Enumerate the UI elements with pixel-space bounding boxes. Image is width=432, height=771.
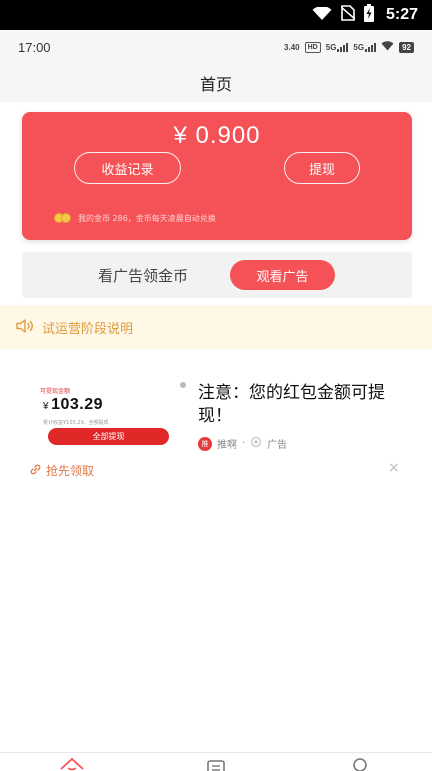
signal-label: 5G [325, 43, 337, 52]
withdraw-button[interactable]: 提现 [284, 152, 360, 184]
bottom-nav [0, 752, 432, 771]
app-time: 17:00 [18, 39, 51, 55]
app-status-bar: 17:00 3.40 HD 5G 5G 92 [0, 30, 432, 64]
sim-off-icon [340, 5, 356, 25]
ad-source: 推 推啊 · 广告 [198, 436, 287, 451]
balance-card: ¥ 0.900 收益记录 提现 我的金币 286，金币每天凌晨自动兑换 [22, 112, 412, 240]
speaker-icon [16, 318, 34, 337]
notice-text: 试运营阶段说明 [42, 321, 134, 337]
wifi-icon [312, 5, 332, 25]
coin-info: 我的金币 286，金币每天凌晨自动兑换 [54, 212, 216, 224]
ad-network-icon [250, 436, 262, 451]
title-bar: 首页 [0, 64, 432, 102]
close-ad-icon[interactable]: × [388, 460, 400, 476]
advertiser-logo-icon: 推 [198, 436, 212, 451]
battery-level: 92 [399, 41, 414, 53]
balance-amount: ¥ 0.900 [173, 122, 261, 149]
nav-home[interactable] [58, 757, 86, 771]
thumb-amount-value: 103.29 [51, 396, 103, 413]
profile-icon [350, 757, 370, 771]
ad-source-separator: · [242, 438, 246, 449]
signal-bars-icon [365, 42, 377, 52]
system-status-bar: 5:27 [0, 0, 432, 30]
nav-list[interactable] [202, 757, 230, 771]
link-icon [30, 464, 41, 478]
thumb-subtext: 累计收益¥103.29，全部提现 [43, 420, 109, 426]
signal-bars-icon [337, 42, 349, 52]
thumb-currency: ¥ [43, 401, 50, 412]
claim-now-label: 抢先领取 [46, 464, 95, 478]
home-icon [59, 757, 85, 771]
app-status-icons: 3.40 HD 5G 5G 92 [284, 41, 414, 53]
hd-badge: HD [304, 41, 321, 53]
nav-profile[interactable] [346, 757, 374, 771]
app-screen: 5:27 17:00 3.40 HD 5G 5G 92 首页 ¥ 0.900 收… [0, 0, 432, 771]
watch-ad-button[interactable]: 观看广告 [230, 260, 335, 290]
system-clock: 5:27 [385, 6, 418, 23]
net-speed: 3.40 [284, 42, 300, 52]
ad-headline: 注意：您的红包金额可提现！ [198, 383, 385, 426]
ad-tag: 广告 [267, 440, 288, 451]
coins-icon [54, 212, 72, 224]
page-title: 首页 [199, 75, 232, 94]
battery-charging-icon [363, 4, 374, 26]
claim-now-link[interactable]: 抢先领取 [30, 462, 94, 479]
ad-card[interactable]: 可提现金额 ¥103.29 累计收益¥103.29，全部提现 全部提现 注意：您… [0, 372, 432, 482]
watch-ads-bar: 看广告领金币 观看广告 [22, 252, 412, 298]
ad-dot-marker [180, 382, 186, 388]
signal-label: 5G [353, 43, 365, 52]
list-icon [206, 757, 226, 771]
signal-5g-1: 5G [326, 42, 349, 52]
wifi-icon [381, 41, 394, 53]
earnings-records-button[interactable]: 收益记录 [74, 152, 181, 184]
ad-source-name: 推啊 [217, 440, 237, 451]
coin-info-text: 我的金币 286，金币每天凌晨自动兑换 [78, 213, 216, 223]
ad-thumbnail: 可提现金额 ¥103.29 累计收益¥103.29，全部提现 全部提现 [38, 386, 174, 448]
signal-5g-2: 5G [353, 42, 377, 52]
thumb-label: 可提现金额 [40, 388, 71, 395]
thumb-withdraw-all-button: 全部提现 [48, 428, 169, 445]
watch-ads-text: 看广告领金币 [98, 267, 189, 285]
thumb-amount: ¥103.29 [43, 396, 103, 414]
trial-notice-bar[interactable]: 试运营阶段说明 [0, 305, 432, 349]
